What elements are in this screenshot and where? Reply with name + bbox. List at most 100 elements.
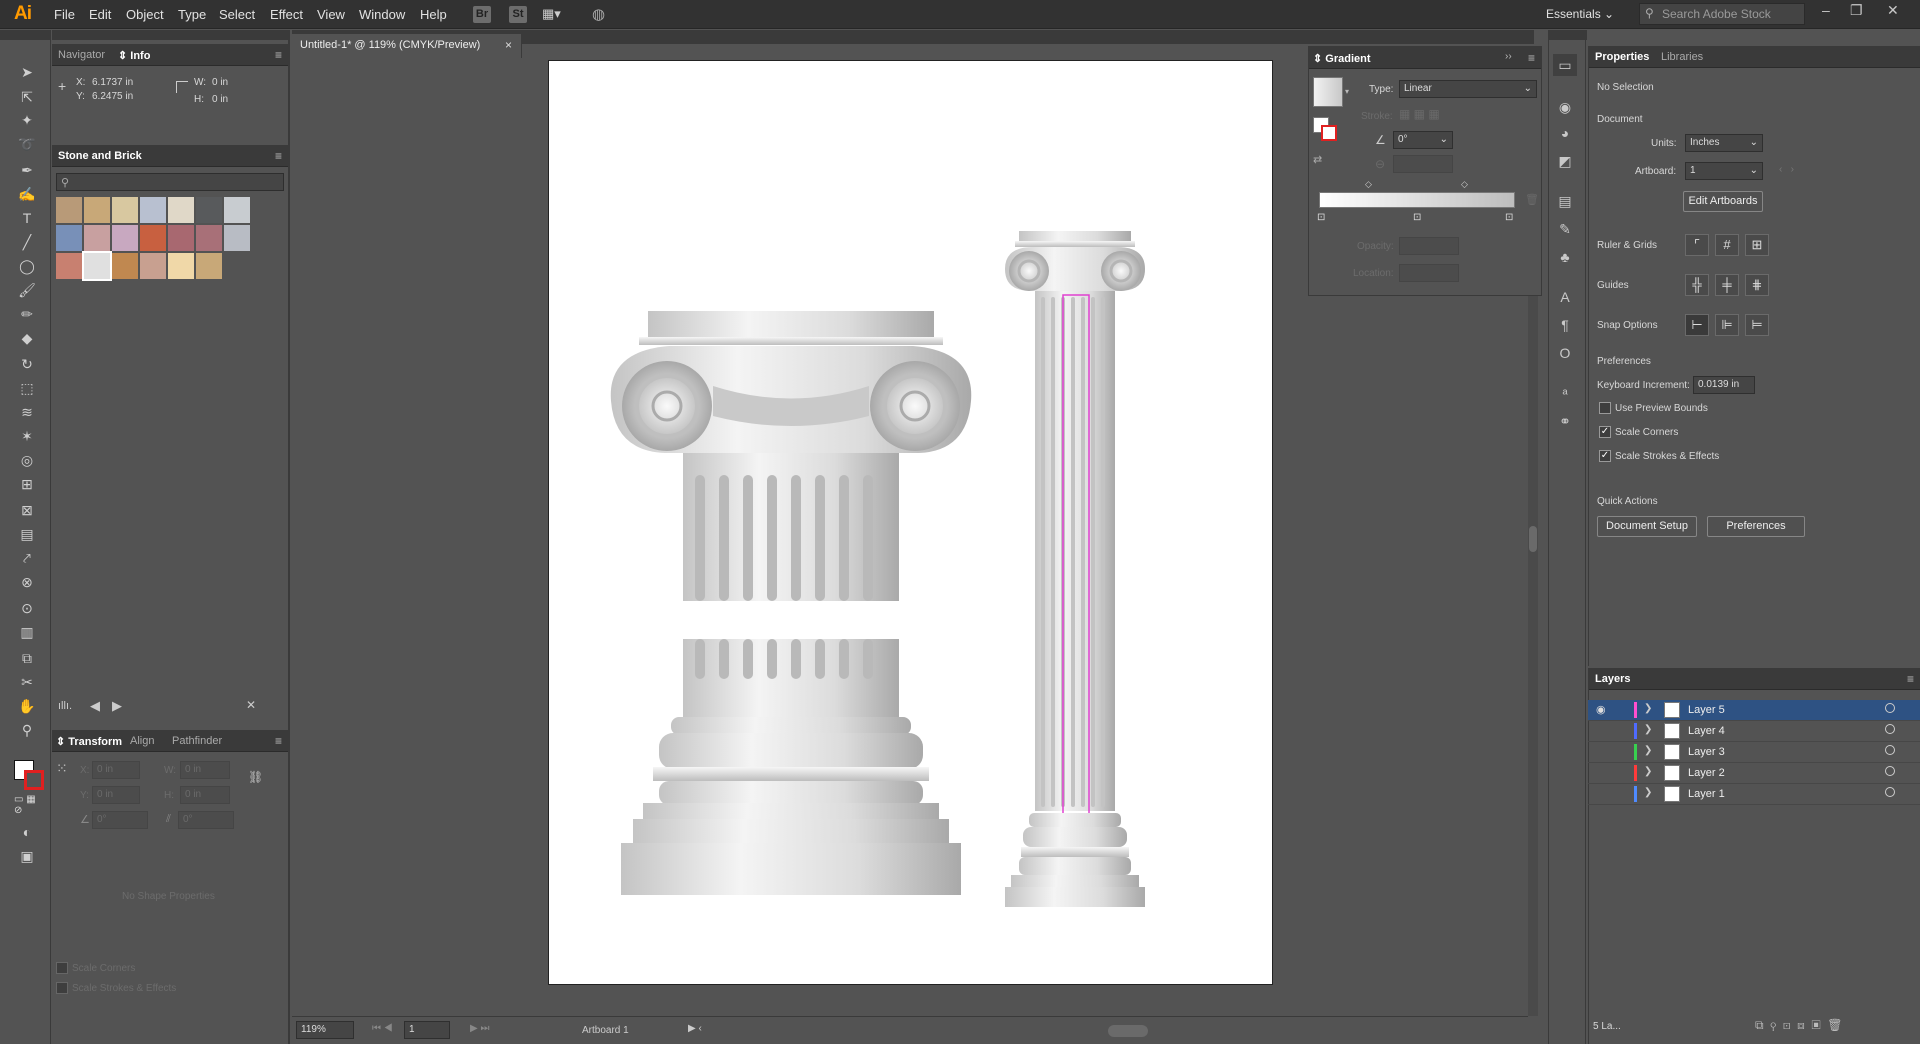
color-swatch[interactable] [224,197,250,223]
scale-corners-checkbox[interactable]: ✓ [1599,426,1611,438]
artboard-number-field[interactable]: 1 [404,1021,450,1039]
warp-tool-icon[interactable]: ≋ [14,402,40,422]
character-panel-icon[interactable]: A [1553,286,1577,308]
reverse-gradient-icon[interactable]: ⇄ [1313,153,1322,166]
color-swatch[interactable] [168,225,194,251]
tab-gradient[interactable]: ⇕ Gradient [1313,52,1371,65]
puppet-warp-tool-icon[interactable]: ✶ [14,426,40,446]
use-preview-bounds-checkbox[interactable] [1599,402,1611,414]
preferences-button[interactable]: Preferences [1707,516,1805,537]
close-tab-icon[interactable]: × [505,38,512,52]
close-window-icon[interactable]: ✕ [1887,2,1899,19]
layer-target-icon[interactable] [1885,703,1895,713]
scale-strokes-checkbox[interactable]: ✓ [1599,450,1611,462]
reference-point-icon[interactable]: ⁙ [56,760,72,776]
color-swatch[interactable] [196,225,222,251]
panel-menu-icon[interactable]: ≡ [1907,672,1914,686]
tab-layers[interactable]: Layers [1595,673,1630,685]
tab-info[interactable]: ⇕ Info [118,49,150,62]
minimize-icon[interactable]: – [1822,2,1830,18]
color-guide-icon[interactable]: ◕ [1553,122,1577,144]
panel-menu-icon[interactable]: ≡ [275,48,282,62]
menu-view[interactable]: View [317,7,345,22]
menu-window[interactable]: Window [359,7,405,22]
snap-to-pixel-icon[interactable]: ⊫ [1715,314,1739,336]
gradient-stroke-swatch[interactable] [1321,125,1337,141]
units-select[interactable]: Inches ⌄ [1685,134,1763,152]
paragraph-panel-icon[interactable]: ¶ [1553,314,1577,336]
artboard-nav-arrows[interactable]: ‹ › [1779,164,1794,175]
pen-tool-icon[interactable]: ✒ [14,160,40,180]
perspective-grid-tool-icon[interactable]: ⊞ [14,474,40,494]
gradient-midpoint-left[interactable]: ◇ [1365,179,1372,190]
hand-tool-icon[interactable]: ✋ [14,696,40,716]
transparency-grid-icon[interactable]: ⊞ [1745,234,1769,256]
color-swatch[interactable] [140,197,166,223]
transform-scale-corners-checkbox[interactable] [56,962,68,974]
gradient-type-select[interactable]: Linear ⌄ [1399,80,1537,98]
transform-w-field[interactable]: 0 in [180,761,230,779]
screen-mode-icon[interactable]: ▣ [14,846,40,866]
eraser-tool-icon[interactable]: ◆ [14,328,40,348]
layer-target-icon[interactable] [1885,745,1895,755]
transform-scale-strokes-checkbox[interactable] [56,982,68,994]
artboard[interactable] [548,60,1273,985]
layer-row[interactable]: ❯ Layer 3 [1588,742,1920,763]
expand-arrow-icon[interactable]: ❯ [1644,745,1652,756]
magic-wand-tool-icon[interactable]: ✦ [14,110,40,130]
glyphs-panel-icon[interactable]: ᵃ [1553,382,1577,404]
selection-tool-icon[interactable]: ➤ [14,62,40,82]
symbol-sprayer-tool-icon[interactable]: ⊙ [14,598,40,618]
transform-y-field[interactable]: 0 in [92,786,140,804]
gpu-performance-icon[interactable]: ◍ [592,5,605,23]
layer-target-icon[interactable] [1885,766,1895,776]
tab-navigator[interactable]: Navigator [58,49,105,61]
edit-artboards-button[interactable]: Edit Artboards [1683,191,1763,212]
line-tool-icon[interactable]: ╱ [14,232,40,252]
layer-row[interactable]: ❯ Layer 1 [1588,784,1920,805]
gradient-preview-swatch[interactable] [1313,77,1343,107]
show-guides-icon[interactable]: ╬ [1685,274,1709,296]
swatch-library-menu-icon[interactable]: ıllı. [58,700,72,712]
horizontal-scroll-thumb[interactable] [1108,1025,1148,1037]
draw-mode-icon[interactable]: ◐ [14,822,40,842]
smart-guides-icon[interactable]: ⋕ [1745,274,1769,296]
menu-file[interactable]: File [54,7,75,22]
transform-h-field[interactable]: 0 in [180,786,230,804]
brushes-panel-icon[interactable]: ✎ [1553,218,1577,240]
color-swatch[interactable] [168,197,194,223]
collapse-icon[interactable]: ›› [1505,51,1512,62]
scale-tool-icon[interactable]: ⬚ [14,378,40,398]
color-swatch[interactable] [196,197,222,223]
gradient-stop-middle[interactable]: ⊡ [1413,212,1421,223]
expand-arrow-icon[interactable]: ❯ [1644,703,1652,714]
search-stock-input[interactable]: ⚲ Search Adobe Stock [1639,3,1805,25]
gradient-stop-left[interactable]: ⊡ [1317,212,1325,223]
panel-menu-icon[interactable]: ≡ [275,149,282,163]
stroke-panel-icon[interactable]: ▤ [1553,190,1577,212]
gradient-aspect-field[interactable] [1393,155,1453,173]
first-artboard-icon[interactable]: ⏮ ◀ [372,1023,393,1034]
document-tab[interactable]: Untitled-1* @ 119% (CMYK/Preview) × [292,34,522,58]
ellipse-tool-icon[interactable]: ◯ [14,256,40,276]
color-swatch[interactable] [112,225,138,251]
curvature-tool-icon[interactable]: ✍ [14,184,40,204]
tab-transform[interactable]: ⇕ Transform [56,735,122,748]
color-swatch[interactable] [56,197,82,223]
gradient-stop-right[interactable]: ⊡ [1505,212,1513,223]
zoom-level-field[interactable]: 119% [296,1021,354,1039]
mesh-tool-icon[interactable]: ⊠ [14,500,40,520]
layer-target-icon[interactable] [1885,724,1895,734]
snap-to-point-icon[interactable]: ⊢ [1685,314,1709,336]
grid-icon[interactable]: # [1715,234,1739,256]
eyedropper-tool-icon[interactable]: ⤤ [14,548,40,568]
paintbrush-tool-icon[interactable]: 🖌 [14,280,40,300]
menu-type[interactable]: Type [178,7,206,22]
restore-icon[interactable]: ❐ [1850,2,1863,19]
menu-effect[interactable]: Effect [270,7,303,22]
swatch-search-input[interactable]: ⚲ [56,173,284,191]
tab-pathfinder[interactable]: Pathfinder [172,735,222,747]
color-swatch[interactable] [168,253,194,279]
panel-menu-icon[interactable]: ≡ [275,734,282,748]
gradient-opacity-field[interactable] [1399,237,1459,255]
